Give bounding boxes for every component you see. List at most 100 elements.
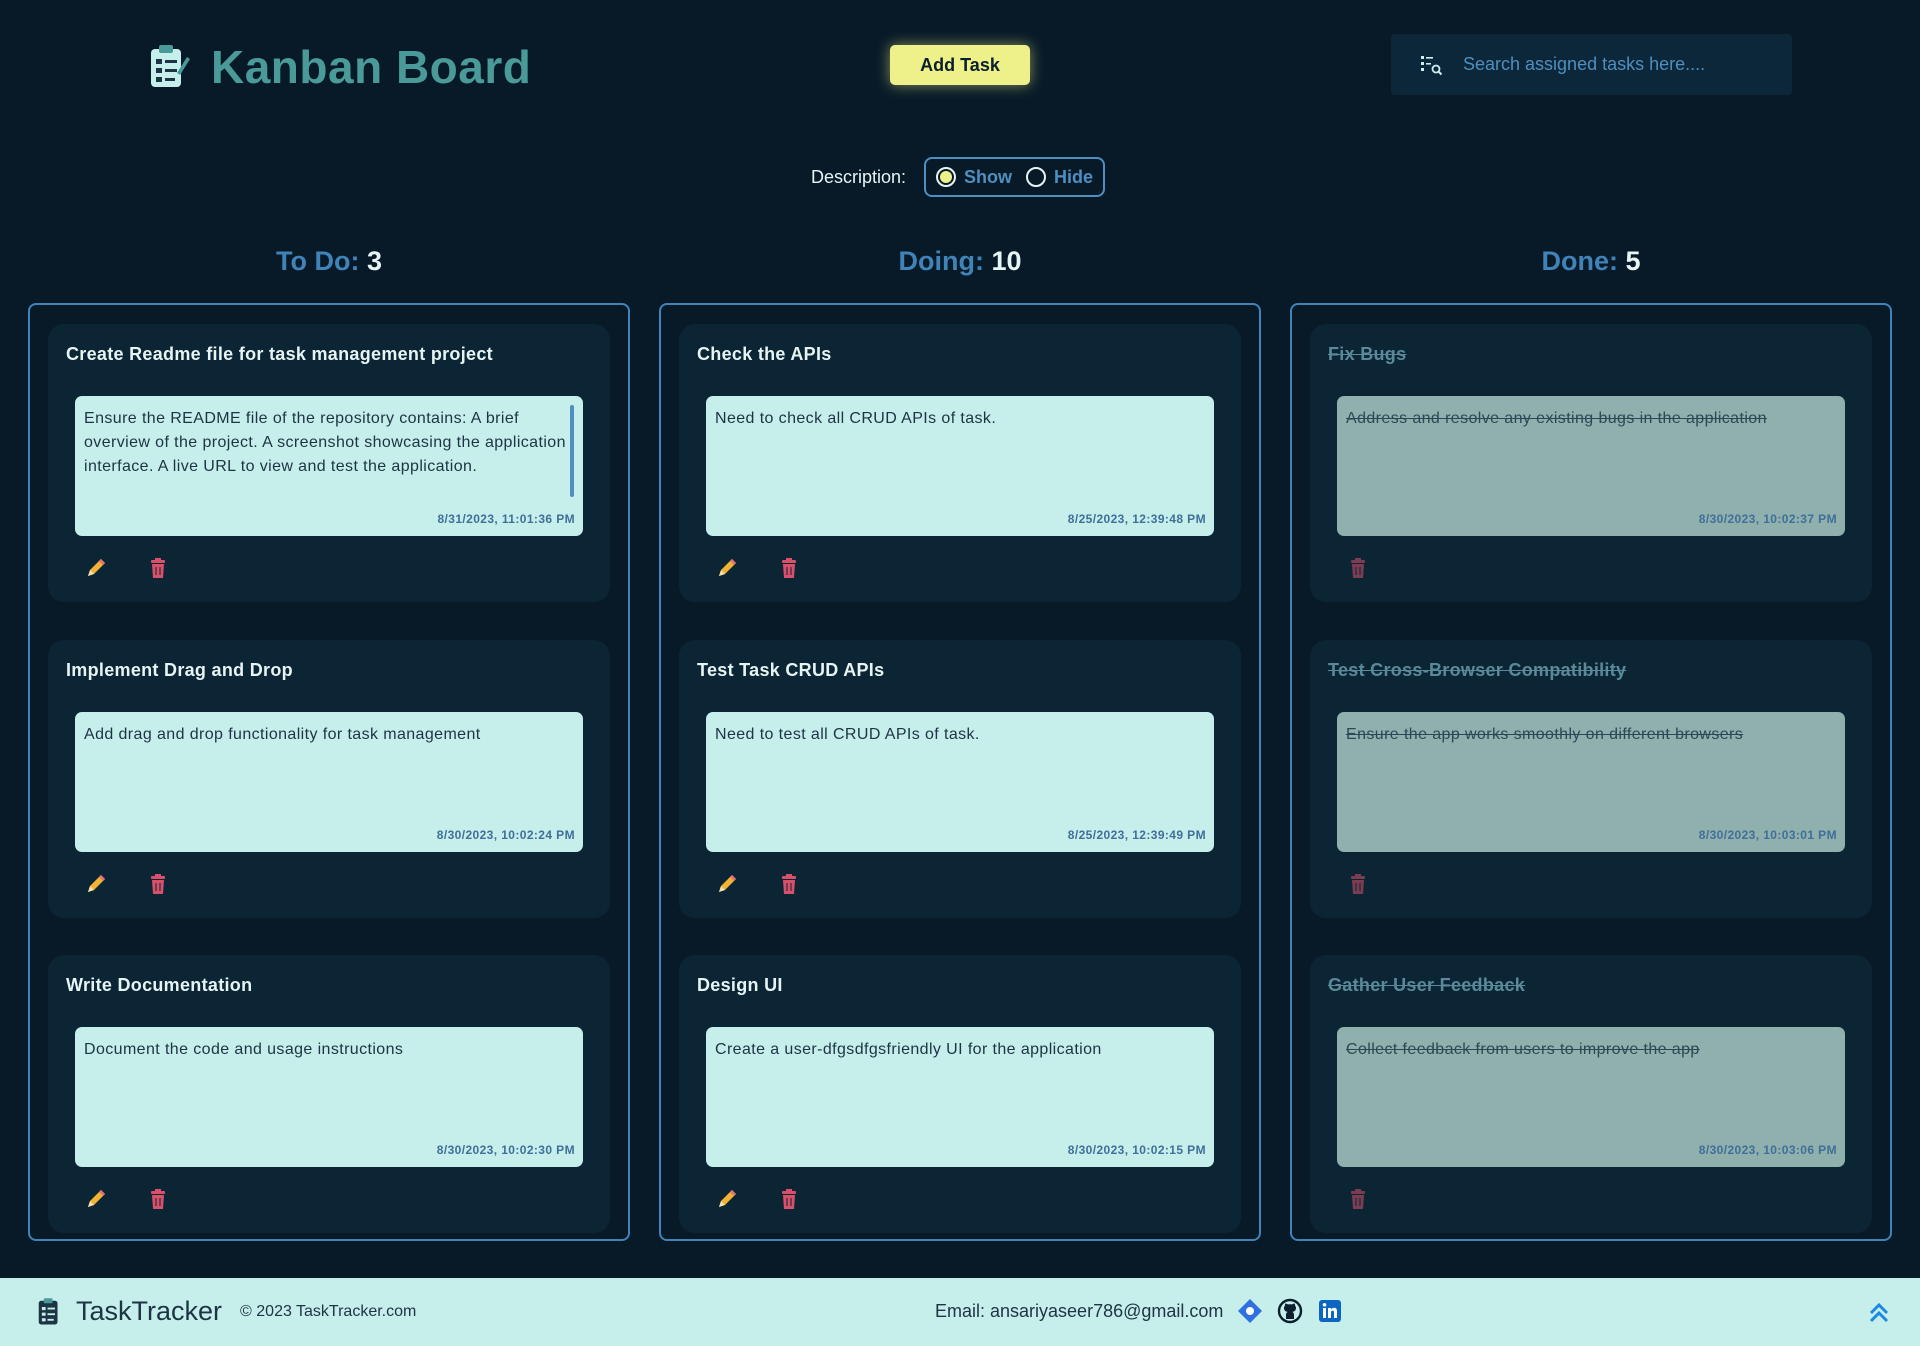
task-card[interactable]: Gather User Feedback Collect feedback fr… xyxy=(1310,955,1872,1233)
task-title: Gather User Feedback xyxy=(1328,975,1526,995)
column-header-doing: Doing: 10 xyxy=(659,246,1261,277)
column-count: 5 xyxy=(1625,246,1641,276)
task-description: Create a user-dfgsdfgsfriendly UI for th… xyxy=(706,1027,1214,1167)
task-timestamp: 8/30/2023, 10:02:15 PM xyxy=(1067,1143,1206,1157)
column-count: 10 xyxy=(991,246,1022,276)
task-title: Create Readme file for task management p… xyxy=(66,344,493,364)
task-card[interactable]: Test Task CRUD APIs Need to test all CRU… xyxy=(679,640,1241,918)
add-task-button[interactable]: Add Task xyxy=(890,45,1030,85)
task-timestamp: 8/30/2023, 10:02:24 PM xyxy=(436,828,575,842)
task-card[interactable]: Fix Bugs Address and resolve any existin… xyxy=(1310,324,1872,602)
page-title: Kanban Board xyxy=(211,41,532,93)
task-card[interactable]: Check the APIs Need to check all CRUD AP… xyxy=(679,324,1241,602)
task-description-text: Create a user-dfgsdfgsfriendly UI for th… xyxy=(715,1041,1102,1058)
task-title: Test Cross-Browser Compatibility xyxy=(1328,660,1627,680)
trash-icon[interactable] xyxy=(146,872,170,896)
task-description: Add drag and drop functionality for task… xyxy=(75,712,583,852)
search-list-icon xyxy=(1421,55,1443,75)
trash-icon[interactable] xyxy=(1346,872,1370,896)
pencil-icon[interactable] xyxy=(715,1187,739,1211)
column-doing[interactable]: Check the APIs Need to check all CRUD AP… xyxy=(659,303,1261,1241)
column-todo[interactable]: Create Readme file for task management p… xyxy=(28,303,630,1241)
task-timestamp: 8/30/2023, 10:03:01 PM xyxy=(1698,828,1837,842)
pencil-icon[interactable] xyxy=(84,1187,108,1211)
pencil-icon[interactable] xyxy=(715,556,739,580)
column-title: Done: xyxy=(1541,246,1618,276)
task-actions xyxy=(1346,556,1370,580)
task-title: Test Task CRUD APIs xyxy=(697,660,885,680)
footer-email: Email: ansariyaseer786@gmail.com xyxy=(935,1300,1224,1321)
task-description-text: Need to check all CRUD APIs of task. xyxy=(715,410,997,427)
column-done[interactable]: Fix Bugs Address and resolve any existin… xyxy=(1290,303,1892,1241)
task-card[interactable]: Implement Drag and Drop Add drag and dro… xyxy=(48,640,610,918)
task-description: Need to check all CRUD APIs of task. 8/2… xyxy=(706,396,1214,536)
task-timestamp: 8/25/2023, 12:39:48 PM xyxy=(1067,512,1206,526)
show-label: Show xyxy=(964,166,1013,187)
clipboard-icon xyxy=(38,1297,58,1324)
double-chevron-up-icon[interactable] xyxy=(1866,1300,1892,1326)
task-actions xyxy=(715,872,801,896)
task-card[interactable]: Create Readme file for task management p… xyxy=(48,324,610,602)
trash-icon[interactable] xyxy=(146,1187,170,1211)
description-scrollbar[interactable] xyxy=(570,405,574,497)
task-description-text: Ensure the README file of the repository… xyxy=(84,410,566,475)
trash-icon[interactable] xyxy=(146,556,170,580)
task-actions xyxy=(1346,872,1370,896)
task-card[interactable]: Test Cross-Browser Compatibility Ensure … xyxy=(1310,640,1872,918)
task-actions xyxy=(715,1187,801,1211)
task-description-text: Document the code and usage instructions xyxy=(84,1041,404,1058)
task-actions xyxy=(84,872,170,896)
task-description: Ensure the app works smoothly on differe… xyxy=(1337,712,1845,852)
task-title: Fix Bugs xyxy=(1328,344,1407,364)
task-description-text: Address and resolve any existing bugs in… xyxy=(1346,410,1767,427)
trash-icon[interactable] xyxy=(1346,1187,1370,1211)
hide-radio[interactable] xyxy=(1026,167,1047,187)
show-radio[interactable] xyxy=(936,167,957,187)
task-actions xyxy=(84,1187,170,1211)
footer-brand: TaskTracker © 2023 TaskTracker.com xyxy=(36,1296,416,1327)
portfolio-icon[interactable] xyxy=(1237,1298,1263,1324)
trash-icon[interactable] xyxy=(1346,556,1370,580)
footer: TaskTracker © 2023 TaskTracker.com Email… xyxy=(0,1278,1920,1346)
task-title: Check the APIs xyxy=(697,344,832,364)
description-label: Description: xyxy=(811,166,907,187)
footer-contact: Email: ansariyaseer786@gmail.com xyxy=(935,1298,1343,1324)
hide-description-option[interactable]: Hide xyxy=(1026,167,1093,188)
trash-icon[interactable] xyxy=(777,1187,801,1211)
column-header-done: Done: 5 xyxy=(1290,246,1892,277)
linkedin-icon[interactable] xyxy=(1317,1298,1343,1324)
brand: Kanban Board xyxy=(147,40,531,94)
search-bar[interactable] xyxy=(1391,34,1792,95)
task-card[interactable]: Design UI Create a user-dfgsdfgsfriendly… xyxy=(679,955,1241,1233)
task-description-text: Ensure the app works smoothly on differe… xyxy=(1346,726,1744,743)
pencil-icon[interactable] xyxy=(715,872,739,896)
task-title: Write Documentation xyxy=(66,975,253,995)
task-title: Implement Drag and Drop xyxy=(66,660,293,680)
clipboard-icon xyxy=(151,45,190,87)
column-count: 3 xyxy=(366,246,382,276)
task-description: Document the code and usage instructions… xyxy=(75,1027,583,1167)
footer-brand-name: TaskTracker xyxy=(76,1296,223,1326)
task-description: Ensure the README file of the repository… xyxy=(75,396,583,536)
column-title: To Do: xyxy=(275,246,360,276)
task-actions xyxy=(84,556,170,580)
task-timestamp: 8/30/2023, 10:02:37 PM xyxy=(1698,512,1837,526)
task-description-text: Add drag and drop functionality for task… xyxy=(84,726,481,743)
hide-label: Hide xyxy=(1054,166,1094,187)
github-icon[interactable] xyxy=(1277,1298,1303,1324)
task-timestamp: 8/30/2023, 10:02:30 PM xyxy=(436,1143,575,1157)
search-input[interactable] xyxy=(1463,54,1783,75)
pencil-icon[interactable] xyxy=(84,556,108,580)
task-description: Collect feedback from users to improve t… xyxy=(1337,1027,1845,1167)
show-description-option[interactable]: Show xyxy=(936,167,1012,188)
trash-icon[interactable] xyxy=(777,872,801,896)
task-card[interactable]: Write Documentation Document the code an… xyxy=(48,955,610,1233)
pencil-icon[interactable] xyxy=(84,872,108,896)
task-description: Need to test all CRUD APIs of task. 8/25… xyxy=(706,712,1214,852)
description-radio-group: Show Hide xyxy=(924,157,1106,197)
column-header-todo: To Do: 3 xyxy=(28,246,630,277)
task-actions xyxy=(1346,1187,1370,1211)
trash-icon[interactable] xyxy=(777,556,801,580)
footer-copyright: © 2023 TaskTracker.com xyxy=(240,1302,417,1320)
task-title: Design UI xyxy=(697,975,783,995)
